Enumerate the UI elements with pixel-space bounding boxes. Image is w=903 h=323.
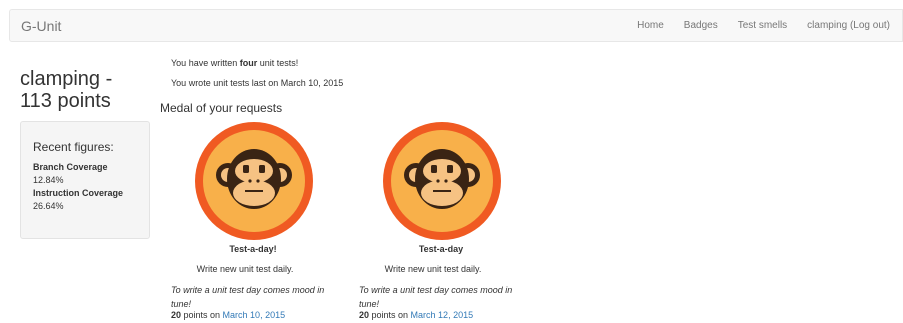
monkey-medal-icon-svg xyxy=(383,122,501,240)
last-written-text: You wrote unit tests last on March 10, 2… xyxy=(171,78,344,88)
medal-points-value: 20 xyxy=(359,310,370,320)
nav-test-smells-link[interactable]: Test smells xyxy=(728,10,797,41)
recent-figures-panel: Recent figures: Branch Coverage 12.84% I… xyxy=(20,121,150,239)
medal-quote: To write a unit test day comes mood in t… xyxy=(171,285,325,309)
user-points-heading: clamping - 113 points xyxy=(20,68,140,112)
medal-description: Write new unit test daily. xyxy=(196,264,294,274)
instruction-coverage-label: Instruction Coverage xyxy=(33,188,124,198)
recent-figures-title: Recent figures: xyxy=(33,140,114,154)
nav-logout-link[interactable]: clamping (Log out) xyxy=(797,10,902,41)
medal-points: 20 points on March 10, 2015 xyxy=(171,310,286,320)
medal-quote: To write a unit test day comes mood in t… xyxy=(359,285,513,309)
top-navbar: G-Unit Home Badges Test smells clamping … xyxy=(9,9,903,42)
medals-section-title: Medal of your requests xyxy=(160,101,283,115)
branch-coverage-value: 12.84% xyxy=(33,175,64,185)
branch-coverage-label: Branch Coverage xyxy=(33,162,108,172)
medal-points: 20 points on March 12, 2015 xyxy=(359,310,474,320)
monkey-medal-icon xyxy=(194,121,314,241)
medal-description: Write new unit test daily. xyxy=(384,264,482,274)
nav-menu: Home Badges Test smells clamping (Log ou… xyxy=(627,10,902,41)
medal-date-link[interactable]: March 10, 2015 xyxy=(223,310,286,320)
nav-home-link[interactable]: Home xyxy=(627,10,674,41)
username-line: clamping - xyxy=(20,68,113,90)
medal-title: Test-a-day xyxy=(418,244,464,254)
instruction-coverage-value: 26.64% xyxy=(33,201,64,211)
medal-title: Test-a-day! xyxy=(229,244,277,254)
tests-written-text: You have written four unit tests! xyxy=(171,58,299,68)
points-line: 113 points xyxy=(20,90,111,112)
monkey-medal-icon-svg xyxy=(195,122,313,240)
medal-points-value: 20 xyxy=(171,310,182,320)
nav-badges-link[interactable]: Badges xyxy=(674,10,728,41)
medal-date-link[interactable]: March 12, 2015 xyxy=(411,310,474,320)
monkey-medal-icon xyxy=(382,121,502,241)
brand-link[interactable]: G-Unit xyxy=(21,18,61,34)
tests-written-count: four xyxy=(239,58,258,68)
